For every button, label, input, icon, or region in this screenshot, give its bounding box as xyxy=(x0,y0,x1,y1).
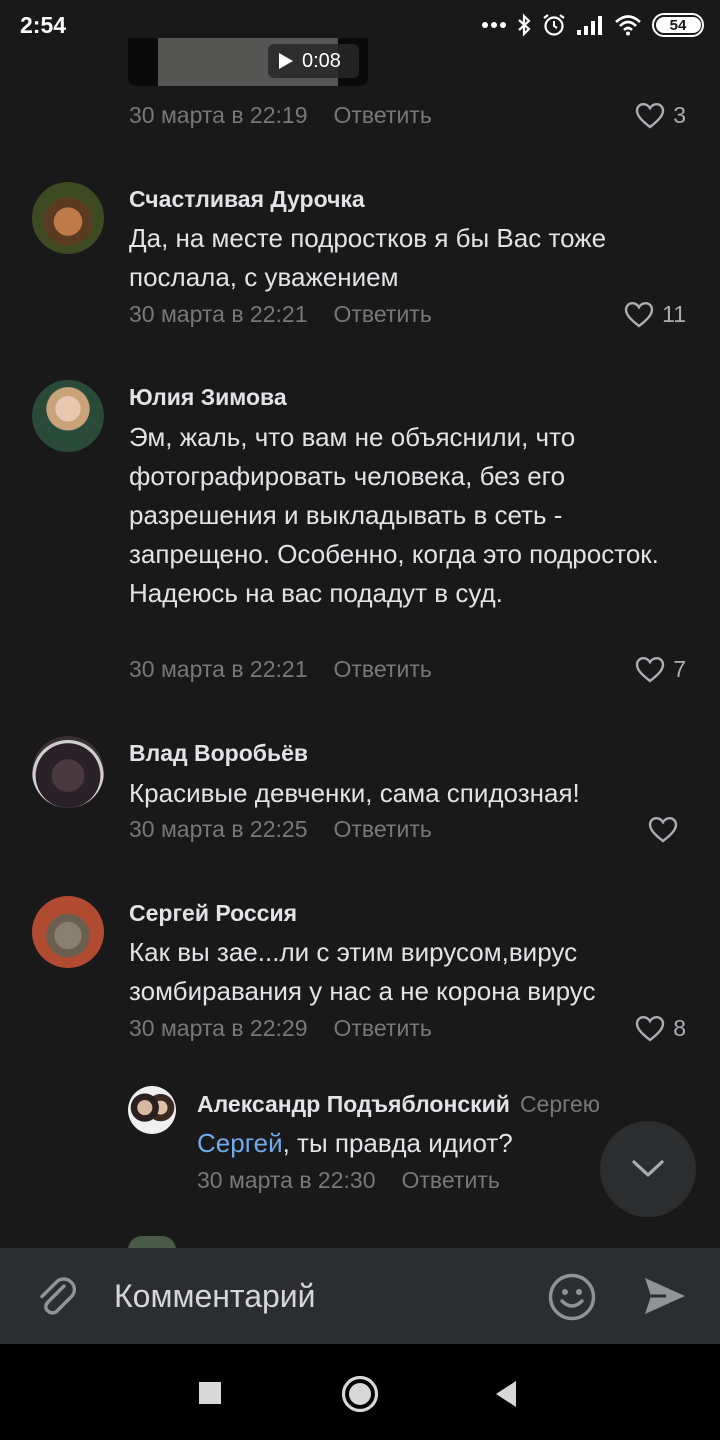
comment-text: Как вы зае...ли с этим вирусом,вирус зом… xyxy=(129,937,596,1006)
like-button[interactable]: 8 xyxy=(635,1015,686,1042)
reply-to-label: Сергею xyxy=(519,1091,601,1117)
comment-meta: 30 марта в 22:21 Ответить xyxy=(129,301,432,328)
like-count: 3 xyxy=(673,102,686,128)
reply-button[interactable]: Ответить xyxy=(334,102,432,129)
reply-button[interactable]: Ответить xyxy=(334,1015,432,1042)
back-icon[interactable] xyxy=(494,1380,518,1408)
like-count: 8 xyxy=(673,1015,686,1041)
home-icon[interactable] xyxy=(341,1375,379,1413)
wifi-icon xyxy=(615,15,641,36)
comment-meta: 30 марта в 22:25 Ответить xyxy=(129,816,432,843)
smiley-icon[interactable] xyxy=(547,1272,597,1322)
comment-text: Эм, жаль, что вам не объяснили, что фото… xyxy=(129,422,659,608)
heart-outline-icon xyxy=(648,816,678,843)
battery-indicator: 54 xyxy=(652,13,704,37)
comment-author[interactable]: Юлия Зимова xyxy=(129,384,287,411)
comment-meta: 30 марта в 22:30 Ответить xyxy=(197,1167,500,1194)
video-duration: 0:08 xyxy=(302,49,341,72)
video-attachment[interactable]: 0:08 xyxy=(128,38,368,86)
like-button[interactable]: 3 xyxy=(635,102,686,129)
reply-button[interactable]: Ответить xyxy=(334,816,432,843)
reply-button[interactable]: Ответить xyxy=(334,656,432,683)
status-icons: 54 xyxy=(482,12,704,38)
signal-icon xyxy=(577,16,602,35)
heart-outline-icon xyxy=(636,656,665,683)
comment-text: Красивые девченки, сама спидозная! xyxy=(129,778,580,808)
like-button[interactable]: 7 xyxy=(635,656,686,683)
comment-date: 30 марта в 22:29 xyxy=(129,1015,308,1041)
alarm-icon xyxy=(543,14,565,36)
comment-input[interactable]: Комментарий xyxy=(114,1278,316,1315)
heart-outline-icon xyxy=(636,1015,665,1042)
comment-author[interactable]: Счастливая Дурочка xyxy=(129,186,365,213)
comment-meta: 30 марта в 22:29 Ответить xyxy=(129,1015,432,1042)
scroll-down-button[interactable] xyxy=(600,1121,696,1217)
like-count: 7 xyxy=(673,656,686,682)
avatar[interactable] xyxy=(32,896,104,968)
like-button[interactable] xyxy=(648,816,686,843)
like-button[interactable]: 11 xyxy=(624,301,686,328)
video-duration-badge: 0:08 xyxy=(268,44,359,78)
avatar[interactable] xyxy=(32,182,104,254)
comment-author[interactable]: Влад Воробьёв xyxy=(129,740,308,767)
send-arrow-icon[interactable] xyxy=(642,1274,688,1318)
comment-date: 30 марта в 22:19 xyxy=(129,102,308,128)
comment-author: Александр Подъяблонский Сергею xyxy=(197,1091,600,1118)
heart-outline-icon xyxy=(624,301,654,328)
reply-author[interactable]: Александр Подъяблонский xyxy=(197,1091,510,1117)
reply-text: , ты правда идиот? xyxy=(282,1128,513,1158)
comment-text: Сергей, ты правда идиот? xyxy=(197,1124,597,1163)
like-count: 11 xyxy=(662,301,686,327)
comment-date: 30 марта в 22:21 xyxy=(129,301,308,327)
comment-date: 30 марта в 22:30 xyxy=(197,1167,376,1193)
bluetooth-icon xyxy=(518,13,531,37)
chevron-down-icon xyxy=(632,1160,664,1177)
paperclip-icon[interactable] xyxy=(34,1274,80,1320)
avatar[interactable] xyxy=(128,1086,176,1134)
comment-date: 30 марта в 22:25 xyxy=(129,816,308,842)
comment-composer: Комментарий xyxy=(0,1248,720,1344)
recent-apps-icon[interactable] xyxy=(198,1381,222,1405)
status-time: 2:54 xyxy=(20,12,67,38)
comment-meta: 30 марта в 22:19 Ответить xyxy=(129,102,432,129)
avatar[interactable] xyxy=(32,736,104,808)
avatar[interactable] xyxy=(32,380,104,452)
comment-date: 30 марта в 22:21 xyxy=(129,656,308,682)
mention-link[interactable]: Сергей xyxy=(197,1128,283,1158)
comment-author[interactable]: Сергей Россия xyxy=(129,900,297,927)
comment-meta: 30 марта в 22:21 Ответить xyxy=(129,656,432,683)
play-icon xyxy=(279,53,293,69)
battery-level: 54 xyxy=(669,16,687,34)
comment-text: Да, на месте подростков я бы Вас тоже по… xyxy=(129,223,607,292)
reply-button[interactable]: Ответить xyxy=(402,1167,500,1194)
heart-outline-icon xyxy=(636,102,665,129)
more-dots-icon xyxy=(482,22,506,28)
system-navigation-bar xyxy=(0,1344,720,1440)
reply-button[interactable]: Ответить xyxy=(334,301,432,328)
